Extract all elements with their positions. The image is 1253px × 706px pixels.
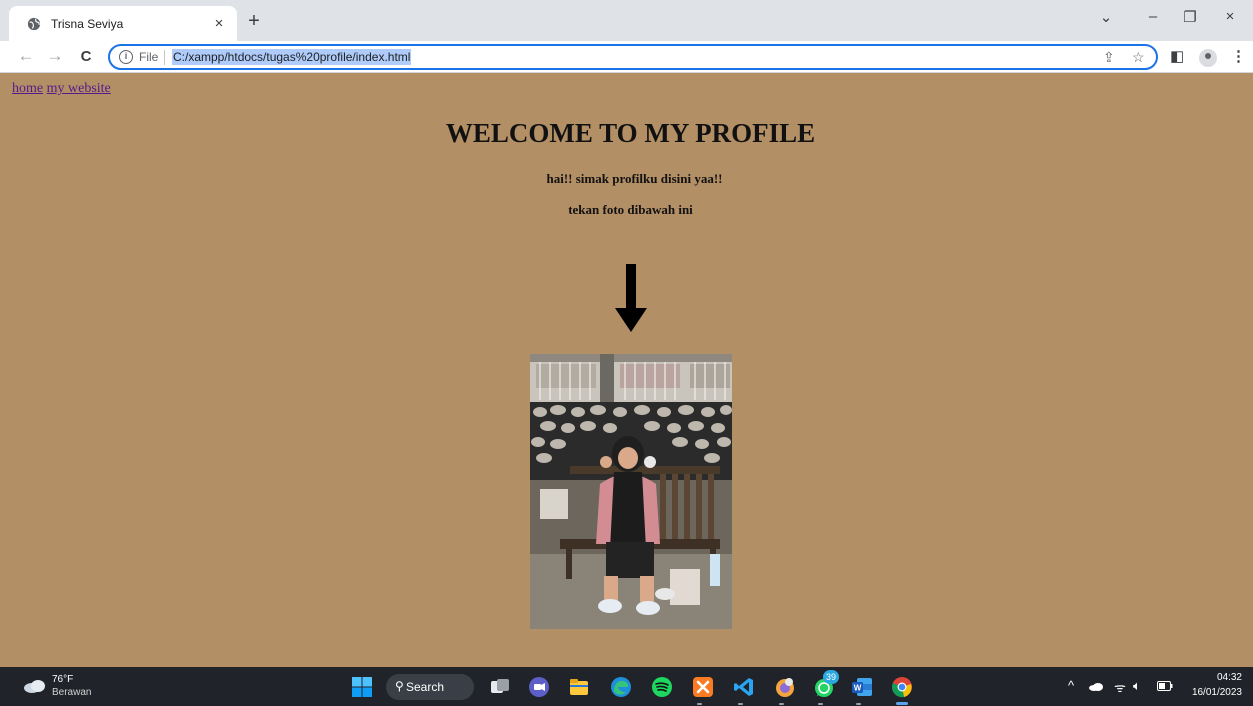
active-app-indicator	[896, 702, 908, 705]
profile-photo[interactable]	[530, 354, 732, 629]
file-explorer-icon[interactable]	[568, 676, 590, 698]
meet-icon[interactable]	[528, 676, 550, 698]
task-view-icon[interactable]	[489, 676, 511, 698]
nav-link-home[interactable]: home	[12, 81, 43, 96]
subtitle: hai!! simak profilku disini yaa!!	[546, 171, 723, 186]
back-button[interactable]: ←	[16, 46, 36, 66]
weather-condition[interactable]: Berawan	[52, 687, 91, 698]
wifi-icon[interactable]: ᯤ	[1114, 678, 1126, 696]
edge-icon[interactable]	[610, 676, 632, 698]
running-indicator	[856, 703, 861, 705]
chevron-up-icon[interactable]: ^	[1068, 678, 1074, 693]
taskbar: 76°F Berawan ⚲ Search 39 W ^ ᯤ 🔈︎ 04:32 …	[0, 667, 1253, 706]
restore-button[interactable]: ❐	[1180, 8, 1200, 26]
xampp-icon[interactable]	[692, 676, 714, 698]
running-indicator	[779, 703, 784, 705]
close-window-button[interactable]: ×	[1220, 8, 1240, 25]
app-icon[interactable]	[774, 676, 796, 698]
vscode-icon[interactable]	[733, 676, 755, 698]
onedrive-icon[interactable]	[1088, 682, 1104, 691]
clock-date[interactable]: 16/01/2023	[1186, 687, 1242, 698]
browser-tab-strip: Trisna Seviya × + ⌄ – ❐ ×	[0, 0, 1253, 41]
weather-temperature[interactable]: 76°F	[52, 674, 73, 685]
minimize-button[interactable]: –	[1143, 8, 1163, 25]
cloud-icon[interactable]	[23, 679, 47, 693]
search-icon: ⚲	[395, 679, 404, 693]
globe-icon	[27, 17, 41, 30]
web-page: home my website WELCOME TO MY PROFILE ha…	[0, 74, 1253, 667]
share-icon[interactable]: ⇪	[1103, 49, 1115, 66]
page-nav: home my website	[12, 81, 111, 97]
profile-avatar-icon[interactable]	[1199, 49, 1217, 67]
tab-close-icon[interactable]: ×	[211, 15, 227, 32]
running-indicator	[738, 703, 743, 705]
address-bar[interactable]: i File C:/xampp/htdocs/tugas%20profile/i…	[108, 44, 1158, 70]
tab-search-icon[interactable]: ⌄	[1096, 8, 1116, 26]
divider	[164, 50, 165, 65]
instruction-text: tekan foto dibawah ini	[568, 202, 693, 217]
volume-icon[interactable]: 🔈︎	[1133, 678, 1141, 694]
reload-button[interactable]: C	[76, 48, 96, 65]
menu-kebab-icon[interactable]: ⋮	[1231, 47, 1246, 65]
nav-link-my-website[interactable]: my website	[47, 81, 111, 96]
bookmark-star-icon[interactable]: ☆	[1132, 49, 1145, 66]
search-label: Search	[406, 680, 445, 694]
battery-icon[interactable]	[1157, 681, 1173, 691]
notification-badge: 39	[823, 670, 839, 684]
taskbar-search-button[interactable]: ⚲ Search	[386, 674, 474, 700]
svg-text:W: W	[854, 684, 862, 693]
browser-tab[interactable]: Trisna Seviya ×	[9, 6, 237, 41]
spotify-icon[interactable]	[651, 676, 673, 698]
windows-start-icon[interactable]	[351, 676, 373, 698]
page-title: WELCOME TO MY PROFILE	[445, 118, 816, 148]
word-icon[interactable]: W	[851, 676, 873, 698]
scheme-label: File	[139, 50, 159, 64]
chrome-icon[interactable]	[891, 676, 913, 698]
running-indicator	[697, 703, 702, 705]
tab-title: Trisna Seviya	[51, 16, 124, 31]
new-tab-button[interactable]: +	[244, 10, 264, 33]
forward-button[interactable]: →	[45, 46, 65, 66]
down-arrow-icon	[615, 264, 647, 332]
url-text[interactable]: C:/xampp/htdocs/tugas%20profile/index.ht…	[172, 49, 412, 65]
running-indicator	[818, 703, 823, 705]
browser-toolbar: ← → C i File C:/xampp/htdocs/tugas%20pro…	[0, 41, 1253, 73]
clock-time[interactable]: 04:32	[1212, 672, 1242, 683]
side-panel-icon[interactable]: ◧	[1170, 47, 1184, 65]
info-icon[interactable]: i	[119, 50, 133, 64]
